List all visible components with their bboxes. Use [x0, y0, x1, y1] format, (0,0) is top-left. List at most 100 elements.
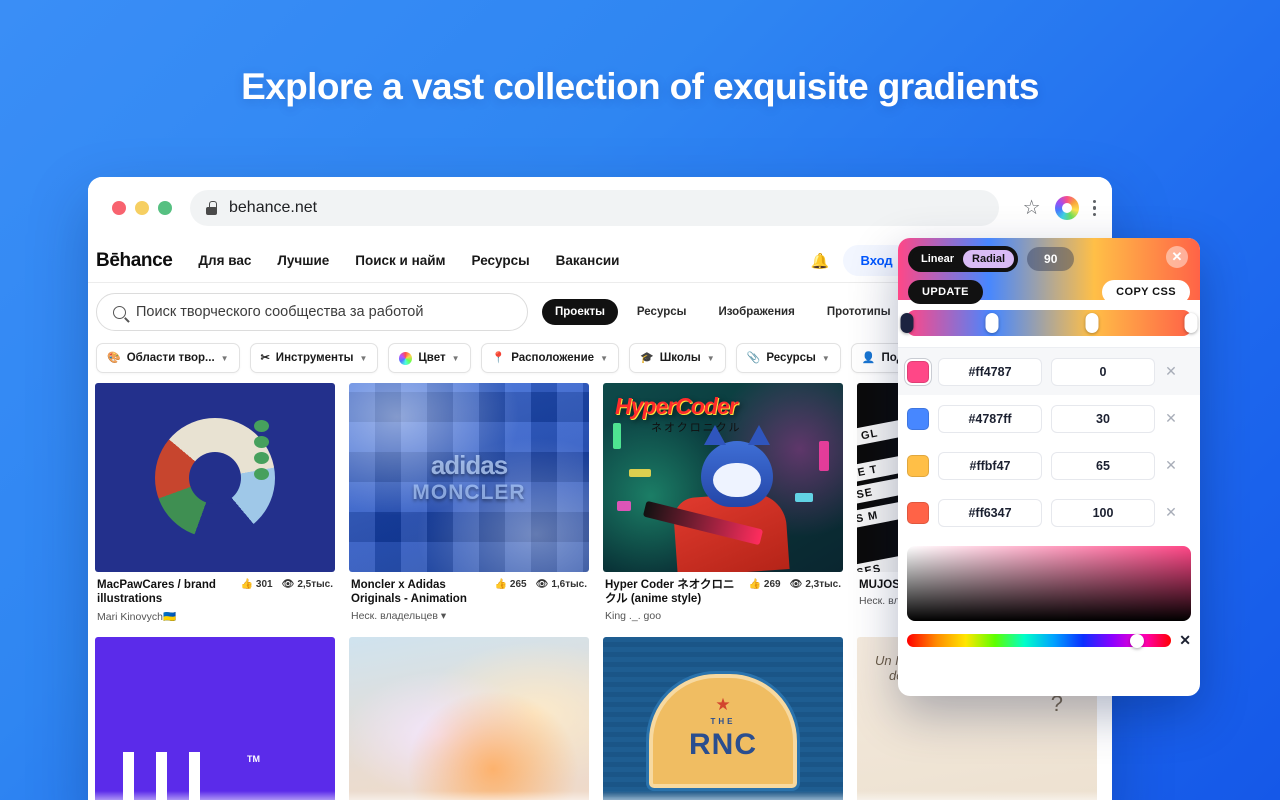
tab-projects[interactable]: Проекты [542, 299, 618, 325]
gradient-stop-handle-0[interactable] [900, 313, 914, 333]
hex-input[interactable]: #4787ff [938, 404, 1042, 433]
hex-input[interactable]: #ffbf47 [938, 451, 1042, 480]
filter-color[interactable]: Цвет ▼ [388, 343, 471, 373]
thumbnail-kana-text: ネオクロニクル [651, 422, 742, 434]
project-thumbnail[interactable]: adidas MONCLER [349, 383, 589, 572]
project-title[interactable]: MacPawCares / brand illustrations [97, 578, 234, 607]
bookmark-star-icon[interactable]: ☆ [1023, 198, 1041, 218]
gradient-picker-panel: Linear Radial 90 ✕ UPDATE COPY CSS #ff47… [898, 238, 1200, 696]
close-icon[interactable]: ✕ [1166, 246, 1188, 268]
nav-item-jobs[interactable]: Вакансии [556, 253, 620, 268]
tab-images[interactable]: Изображения [705, 299, 807, 325]
project-title[interactable]: Moncler x Adidas Originals - Animation [351, 578, 488, 607]
paperclip-icon: 📎 [746, 351, 761, 364]
project-card[interactable]: TM [95, 636, 335, 800]
color-stop-row[interactable]: #ff4787 0 ✕ [898, 348, 1200, 395]
hue-slider-knob[interactable] [1129, 633, 1144, 648]
thumbnail-text: MONCLER [412, 481, 526, 504]
project-thumbnail[interactable] [95, 383, 335, 572]
update-button[interactable]: UPDATE [908, 280, 983, 304]
saturation-value-area[interactable] [907, 546, 1191, 621]
position-input[interactable]: 100 [1051, 498, 1155, 527]
search-input[interactable]: Поиск творческого сообщества за работой [96, 293, 528, 331]
color-stop-row[interactable]: #4787ff 30 ✕ [898, 395, 1200, 442]
color-swatch[interactable] [907, 407, 929, 430]
project-card[interactable]: adidas MONCLER Moncler x Adidas Original… [349, 383, 589, 637]
delete-stop-icon[interactable]: ✕ [1164, 457, 1178, 474]
close-window-button[interactable] [112, 201, 126, 215]
filter-creative-fields[interactable]: 🎨 Области твор... ▼ [96, 343, 240, 373]
illustration-collage [155, 417, 275, 538]
gradient-stop-handle-3[interactable] [1184, 313, 1198, 333]
project-thumbnail[interactable]: HyperCoder ネオクロニクル [603, 383, 843, 572]
filter-label: Школы [659, 352, 701, 364]
delete-stop-icon[interactable]: ✕ [1164, 410, 1178, 427]
position-input[interactable]: 0 [1051, 357, 1155, 386]
tab-resources[interactable]: Ресурсы [624, 299, 700, 325]
color-wheel-extension-icon[interactable] [1054, 196, 1079, 220]
project-thumbnail[interactable]: ★ THE RNC [603, 636, 843, 800]
filter-tools[interactable]: ✂ Инструменты ▼ [249, 343, 379, 373]
color-stop-row[interactable]: #ffbf47 65 ✕ [898, 442, 1200, 489]
project-title[interactable]: Hyper Coder ネオクロニクル (anime style) [605, 578, 742, 607]
project-card[interactable]: MacPawCares / brand illustrations Mari K… [95, 383, 335, 637]
project-card[interactable]: HyperCoder ネオクロニクル Hyper Coder ネオクロニクル (… [603, 383, 843, 637]
project-card[interactable] [349, 636, 589, 800]
filter-label: Ресурсы [766, 352, 816, 364]
thumbs-up-icon: 👍 [748, 579, 761, 590]
primary-nav: Для вас Лучшие Поиск и найм Ресурсы Вака… [198, 253, 619, 268]
lock-icon [206, 201, 217, 215]
hex-input[interactable]: #ff4787 [938, 357, 1042, 386]
like-value: 269 [763, 579, 781, 590]
nav-item-resources[interactable]: Ресурсы [472, 253, 530, 268]
tab-prototypes[interactable]: Прототипы [814, 299, 904, 325]
gradient-type-toggle[interactable]: Linear Radial [908, 246, 1019, 272]
window-traffic-lights[interactable] [112, 201, 172, 215]
gradient-type-radial[interactable]: Radial [963, 250, 1015, 268]
maximize-window-button[interactable] [158, 201, 172, 215]
behance-logo[interactable]: Bēhance [96, 250, 173, 272]
page-headline: Explore a vast collection of exquisite g… [241, 66, 1039, 107]
chevron-down-icon: ▼ [451, 353, 460, 363]
project-author[interactable]: King ._. goo [605, 610, 742, 622]
filter-schools[interactable]: 🎓 Школы ▼ [628, 343, 726, 373]
project-card[interactable]: ★ THE RNC [603, 636, 843, 800]
nav-item-best[interactable]: Лучшие [277, 253, 329, 268]
hex-input[interactable]: #ff6347 [938, 498, 1042, 527]
gradient-angle-input[interactable]: 90 [1027, 247, 1075, 271]
project-author[interactable]: Неск. владельцев ▾ [351, 610, 488, 622]
copy-css-button[interactable]: COPY CSS [1102, 280, 1190, 304]
close-icon[interactable]: ✕ [1179, 632, 1191, 649]
filter-label: Цвет [418, 352, 446, 364]
filter-resources[interactable]: 📎 Ресурсы ▼ [735, 343, 841, 373]
filter-location[interactable]: 📍 Расположение ▼ [480, 343, 619, 373]
gradient-bar-container [898, 300, 1200, 347]
chevron-down-icon: ▼ [220, 353, 229, 363]
delete-stop-icon[interactable]: ✕ [1164, 363, 1178, 380]
gradient-stop-handle-1[interactable] [985, 313, 999, 333]
hue-slider[interactable] [907, 633, 1172, 648]
delete-stop-icon[interactable]: ✕ [1164, 504, 1178, 521]
location-pin-icon: 📍 [491, 351, 506, 364]
nav-item-for-you[interactable]: Для вас [198, 253, 251, 268]
color-stop-row[interactable]: #ff6347 100 ✕ [898, 489, 1200, 536]
gradient-type-linear[interactable]: Linear [912, 250, 964, 268]
color-swatch[interactable] [907, 360, 929, 383]
chevron-down-icon: ▼ [600, 353, 608, 363]
minimize-window-button[interactable] [135, 201, 149, 215]
nav-item-hire[interactable]: Поиск и найм [355, 253, 445, 268]
color-swatch[interactable] [907, 501, 929, 524]
address-bar[interactable]: behance.net [190, 190, 999, 226]
position-input[interactable]: 30 [1051, 404, 1155, 433]
kebab-menu-icon[interactable] [1092, 199, 1096, 217]
color-swatch[interactable] [907, 454, 929, 477]
project-stats: 👍 301 👁 2,5тыс. [240, 578, 333, 623]
position-input[interactable]: 65 [1051, 451, 1155, 480]
project-author[interactable]: Mari Kinovych🇺🇦 [97, 610, 234, 623]
project-thumbnail[interactable] [349, 636, 589, 800]
notification-bell-icon[interactable]: 🔔 [811, 252, 830, 270]
gradient-preview-bar[interactable] [900, 310, 1198, 336]
project-thumbnail[interactable]: TM [95, 636, 335, 800]
graduation-cap-icon: 🎓 [639, 351, 654, 364]
gradient-stop-handle-2[interactable] [1085, 313, 1099, 333]
